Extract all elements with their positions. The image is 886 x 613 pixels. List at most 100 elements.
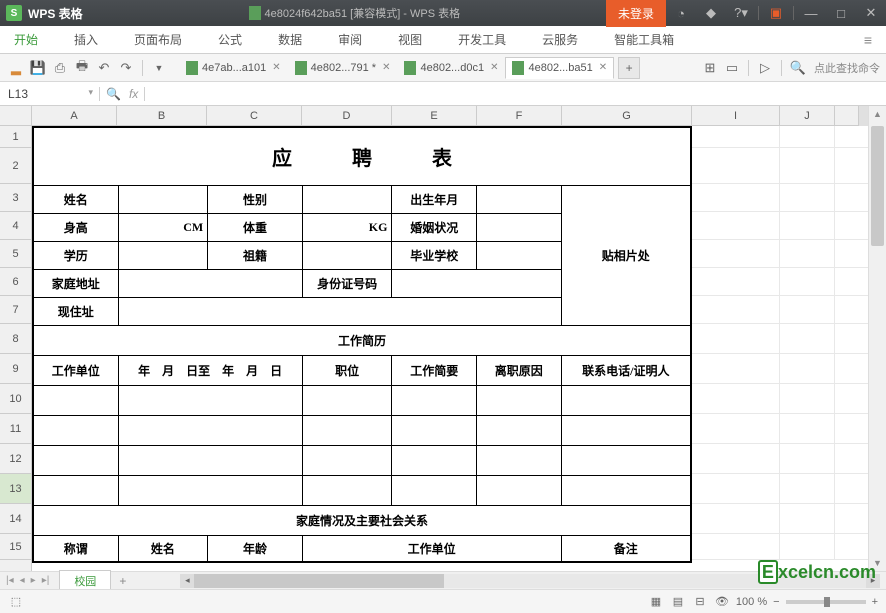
row-header[interactable]: 1 <box>0 126 31 148</box>
close-icon[interactable]: ✕ <box>599 62 607 73</box>
close-button[interactable]: ✕ <box>856 0 886 26</box>
cell[interactable] <box>118 416 302 446</box>
menu-layout[interactable]: 页面布局 <box>130 29 186 50</box>
maximize-button[interactable]: □ <box>826 0 856 26</box>
cell[interactable] <box>118 298 561 326</box>
cell[interactable] <box>34 446 119 476</box>
doc-tab-3[interactable]: 4e802...ba51✕ <box>505 57 614 79</box>
cell[interactable] <box>302 446 392 476</box>
name-box[interactable]: L13 <box>0 87 100 101</box>
row-header[interactable]: 8 <box>0 324 31 354</box>
redo-icon[interactable]: ↷ <box>116 58 136 78</box>
column-header[interactable]: F <box>477 106 562 125</box>
doc-tab-1[interactable]: 4e802...791 *✕ <box>288 57 398 79</box>
column-header[interactable]: I <box>692 106 780 125</box>
print-icon[interactable]: 🖶 <box>72 58 92 78</box>
view-break-icon[interactable]: ⊟ <box>692 594 708 610</box>
scroll-up-icon[interactable]: ▲ <box>869 106 886 122</box>
select-all-corner[interactable] <box>0 106 32 126</box>
search-hint[interactable]: 点此查找命令 <box>814 60 880 76</box>
nav-icon[interactable]: ▷ <box>755 58 775 78</box>
save-icon[interactable]: 💾 <box>28 58 48 78</box>
column-header[interactable]: C <box>207 106 302 125</box>
row-header[interactable]: 15 <box>0 534 31 560</box>
cell[interactable] <box>392 446 477 476</box>
cell[interactable] <box>477 446 562 476</box>
nav-first-icon[interactable]: |◂ <box>4 575 16 586</box>
toolbar-dropdown-icon[interactable]: ▼ <box>149 58 169 78</box>
doc-tab-2[interactable]: 4e802...d0c1✕ <box>397 57 505 79</box>
column-header[interactable]: G <box>562 106 692 125</box>
nav-last-icon[interactable]: ▸| <box>40 575 52 586</box>
cell[interactable] <box>392 386 477 416</box>
cell[interactable] <box>477 416 562 446</box>
doc-tab-0[interactable]: 4e7ab...a101✕ <box>179 57 288 79</box>
help-icon[interactable]: ?▾ <box>726 0 756 26</box>
cell[interactable] <box>477 386 562 416</box>
menu-review[interactable]: 审阅 <box>334 29 366 50</box>
cell[interactable] <box>118 242 208 270</box>
cell[interactable] <box>302 186 392 214</box>
row-header[interactable]: 4 <box>0 212 31 240</box>
column-header[interactable]: D <box>302 106 392 125</box>
row-header[interactable]: 3 <box>0 184 31 212</box>
fx-icon[interactable]: fx <box>129 87 138 101</box>
add-sheet-button[interactable]: + <box>111 572 134 590</box>
cell[interactable] <box>302 242 392 270</box>
sheet-tab[interactable]: 校园 <box>59 570 111 591</box>
row-header[interactable]: 2 <box>0 148 31 184</box>
close-icon[interactable]: ✕ <box>490 62 498 73</box>
row-header[interactable]: 12 <box>0 444 31 474</box>
skin-icon[interactable]: ◆ <box>696 0 726 26</box>
cell[interactable] <box>118 446 302 476</box>
zoom-level[interactable]: 100 % <box>736 596 767 608</box>
cell[interactable] <box>477 476 562 506</box>
cell[interactable] <box>302 386 392 416</box>
cell[interactable] <box>477 214 562 242</box>
view-page-icon[interactable]: ▤ <box>670 594 686 610</box>
cell[interactable] <box>118 270 302 298</box>
scroll-thumb[interactable] <box>871 126 884 246</box>
cell[interactable] <box>561 416 690 446</box>
cell[interactable] <box>392 270 561 298</box>
menu-smart[interactable]: 智能工具箱 <box>610 29 678 50</box>
row-header[interactable]: 5 <box>0 240 31 268</box>
unit-kg[interactable]: KG <box>302 214 392 242</box>
menu-devtools[interactable]: 开发工具 <box>454 29 510 50</box>
cell[interactable] <box>34 386 119 416</box>
row-header[interactable]: 14 <box>0 504 31 534</box>
menu-formula[interactable]: 公式 <box>214 29 246 50</box>
cell[interactable] <box>118 386 302 416</box>
undo-icon[interactable]: ↶ <box>94 58 114 78</box>
cell[interactable] <box>561 476 690 506</box>
feedback-icon[interactable]: ▣ <box>761 0 791 26</box>
open-icon[interactable]: ▂ <box>6 58 26 78</box>
new-tab-button[interactable]: + <box>618 57 640 79</box>
cell[interactable] <box>477 186 562 214</box>
sync-icon[interactable]: ◔ <box>666 0 696 26</box>
reading-icon[interactable]: 👁 <box>714 594 730 610</box>
window-icon[interactable]: ▭ <box>722 58 742 78</box>
cell[interactable] <box>392 476 477 506</box>
column-header[interactable]: J <box>780 106 835 125</box>
hscroll-thumb[interactable] <box>194 574 444 588</box>
scroll-left-icon[interactable]: ◂ <box>180 574 194 588</box>
print-preview-icon[interactable]: ⎙ <box>50 58 70 78</box>
zoom-handle[interactable] <box>824 597 830 607</box>
row-header[interactable]: 13 <box>0 474 31 504</box>
menu-cloud[interactable]: 云服务 <box>538 29 582 50</box>
row-header[interactable]: 7 <box>0 296 31 324</box>
row-header[interactable]: 9 <box>0 354 31 384</box>
cell[interactable] <box>118 186 208 214</box>
minimize-button[interactable]: — <box>796 0 826 26</box>
column-header[interactable]: B <box>117 106 207 125</box>
menu-insert[interactable]: 插入 <box>70 29 102 50</box>
login-badge[interactable]: 未登录 <box>606 0 666 27</box>
zoom-in-button[interactable]: + <box>872 596 878 608</box>
search-icon[interactable]: 🔍 <box>788 58 808 78</box>
view-normal-icon[interactable]: ▦ <box>648 594 664 610</box>
grid-icon[interactable]: ⊞ <box>700 58 720 78</box>
menu-data[interactable]: 数据 <box>274 29 306 50</box>
cell[interactable] <box>302 476 392 506</box>
cell[interactable] <box>302 416 392 446</box>
